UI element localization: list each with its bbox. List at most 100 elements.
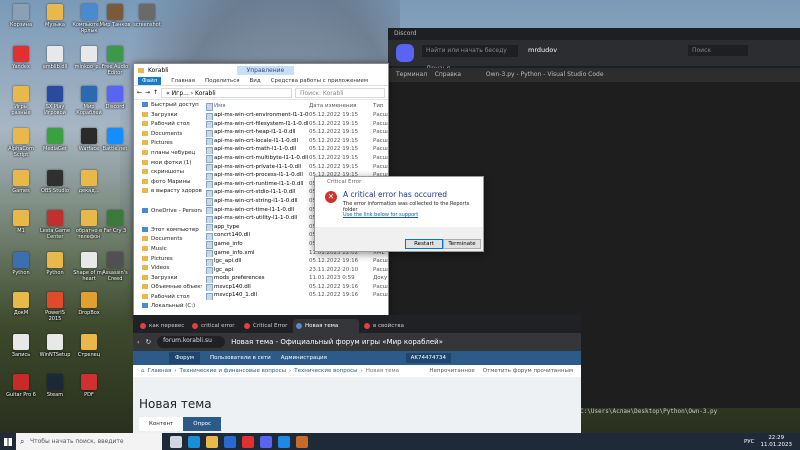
back-icon[interactable]: ‹	[137, 338, 140, 346]
nav-item[interactable]: мои фотки (1)	[134, 159, 202, 169]
desktop-icon[interactable]: Games	[4, 170, 38, 194]
desktop-icon[interactable]: amblib.dll	[38, 46, 72, 70]
file-row[interactable]: lgc_api.dll 05.12.2022 19:16 Расш	[204, 257, 388, 266]
language-indicator[interactable]: РУС	[744, 439, 755, 445]
nav-item[interactable]: фото Марины	[134, 178, 202, 188]
column-name[interactable]: Имя	[204, 101, 309, 111]
desktop-icon[interactable]: screenshot	[130, 4, 164, 28]
restart-button[interactable]: Restart	[405, 239, 443, 249]
browser-tab[interactable]: Новая тема	[293, 319, 359, 333]
desktop-icon[interactable]: Free Audio Editor	[98, 46, 132, 76]
desktop-icon[interactable]: Yandex	[4, 46, 38, 70]
nav-item[interactable]: Быстрый доступ	[134, 101, 202, 111]
browser-window[interactable]: как перевес critical error Critical Error Н…	[133, 315, 581, 433]
browser-tab[interactable]: critical error	[189, 319, 239, 333]
desktop-icon[interactable]: Steam	[38, 374, 72, 398]
taskbar-search-input[interactable]: Чтобы начать поиск, введите	[16, 433, 162, 450]
file-row[interactable]: api-ms-win-crt-locale-l1-1-0.dll 05.12.20…	[204, 137, 388, 146]
desktop-icon[interactable]: Python	[38, 252, 72, 276]
nav-users-online[interactable]: Пользователи в сети	[210, 355, 271, 361]
start-button[interactable]	[0, 433, 16, 450]
tab-poll[interactable]: Опрос	[183, 417, 222, 431]
column-type[interactable]: Тип	[373, 101, 388, 111]
desktop-icon[interactable]: Python	[4, 252, 38, 276]
file-row[interactable]: mods_preferences 11.01.2023 0:59 Доку	[204, 274, 388, 283]
nav-item[interactable]: OneDrive - Personal	[134, 207, 202, 217]
nav-item[interactable]: скриншоты	[134, 168, 202, 178]
file-row[interactable]: msvcp140.dll 05.12.2022 19:16 Расш	[204, 283, 388, 292]
nav-item[interactable]: Documents	[134, 130, 202, 140]
critical-error-dialog[interactable]: Critical Error ✕ A critical error has oc…	[314, 176, 484, 252]
desktop-icon[interactable]: Стрелец	[72, 334, 106, 358]
desktop-icon[interactable]: Запись	[4, 334, 38, 358]
forward-arrow-icon[interactable]: →	[145, 89, 150, 96]
desktop-icon[interactable]: PowerIS 2015	[38, 292, 72, 322]
desktop-icon[interactable]: декад...	[72, 170, 106, 194]
discord-search-box[interactable]: Поиск	[688, 45, 748, 56]
desktop-icon[interactable]: OBS Studio	[38, 170, 72, 194]
nav-item[interactable]: Рабочий стол	[134, 120, 202, 130]
desktop-icon[interactable]: Мир Танков	[98, 4, 132, 28]
nav-item[interactable]: планы чебурец	[134, 149, 202, 159]
desktop-icon[interactable]: Guitar Pro 6	[4, 374, 38, 398]
crumb-0[interactable]: Главная	[148, 368, 172, 374]
desktop-icon[interactable]: PDF	[72, 374, 106, 398]
vscode-menu-help[interactable]: Справка	[435, 71, 461, 78]
vscode-menu-terminal[interactable]: Терминал	[396, 71, 427, 78]
ribbon-file-tab[interactable]: Файл	[138, 76, 162, 85]
desktop-icon[interactable]: AlphaCom Script	[4, 128, 38, 158]
store-icon[interactable]	[224, 435, 236, 448]
browser-tab[interactable]: Critical Error	[241, 319, 291, 333]
file-row[interactable]: api-ms-win-crt-heap-l1-1-0.dll 05.12.2022…	[204, 128, 388, 137]
nav-item[interactable]: Pictures	[134, 139, 202, 149]
browser-tab[interactable]: как перевес	[137, 319, 187, 333]
file-row[interactable]: api-ms-win-crt-environment-l1-1-0.dll 05.…	[204, 111, 388, 120]
desktop-icon[interactable]: WinNTSetup	[38, 334, 72, 358]
discord-username[interactable]: mrdudov	[528, 46, 557, 54]
address-bar[interactable]: « Игр... › Korabli	[161, 87, 292, 98]
desktop-icon[interactable]: Игры разные	[4, 86, 38, 116]
support-link[interactable]: Use the link below for support	[343, 212, 418, 218]
desktop-icon[interactable]: Lesta Game Center	[38, 210, 72, 240]
nav-admin[interactable]: Администрация	[281, 355, 327, 361]
nav-item[interactable]: Объемные объект	[134, 283, 202, 293]
nav-forum[interactable]: Форум	[169, 352, 200, 364]
desktop-icon[interactable]: Far Cry 3	[98, 210, 132, 234]
edge-icon[interactable]	[188, 435, 200, 448]
browser-tab[interactable]: в свойства	[361, 319, 411, 333]
discord-icon[interactable]	[260, 435, 272, 448]
reload-icon[interactable]: ↻	[146, 338, 151, 346]
game-icon[interactable]	[296, 435, 308, 448]
explorer-search-input[interactable]: Поиск: Korabli	[295, 87, 385, 98]
ribbon-view-tab[interactable]: Вид	[250, 78, 261, 84]
crumb-1[interactable]: Технические и финансовые вопросы	[179, 368, 286, 374]
desktop-icon[interactable]: Battle.net	[98, 128, 132, 152]
file-row[interactable]: api-ms-win-crt-math-l1-1-0.dll 05.12.2022…	[204, 145, 388, 154]
nav-item[interactable]: Pictures	[134, 255, 202, 265]
task-view-icon[interactable]	[170, 435, 182, 448]
crumb-2[interactable]: Технические вопросы	[294, 368, 357, 374]
clock[interactable]: 22:29 11.01.2023	[761, 435, 793, 449]
file-row[interactable]: msvcp140_1.dll 05.12.2022 19:16 Расш	[204, 291, 388, 301]
nav-item[interactable]: в вырасту здоровы	[134, 187, 202, 197]
user-menu[interactable]: AK74474734	[405, 353, 451, 363]
desktop-icon[interactable]: Assassin's Creed	[98, 252, 132, 282]
file-row[interactable]: api-ms-win-crt-multibyte-l1-1-0.dll 05.12…	[204, 154, 388, 163]
url-input[interactable]: forum.korabli.su	[157, 336, 226, 348]
unread-link[interactable]: Непрочитанное	[429, 368, 474, 374]
nav-item[interactable]: Рабочий стол	[134, 293, 202, 303]
file-row[interactable]: api-ms-win-crt-filesystem-l1-1-0.dll 05.1…	[204, 120, 388, 129]
tab-content[interactable]: Контент	[139, 417, 184, 431]
desktop-icon[interactable]: ДокМ	[4, 292, 38, 316]
ribbon-tools-tab[interactable]: Средства работы с приложением	[271, 78, 368, 84]
vscode-icon[interactable]	[278, 435, 290, 448]
mark-read-link[interactable]: Отметить форум прочитанным	[483, 368, 573, 374]
discord-logo-icon[interactable]	[396, 44, 414, 62]
ribbon-home-tab[interactable]: Главная	[171, 78, 195, 84]
file-row[interactable]: lgc_api 23.11.2022 20:10 Расш	[204, 266, 388, 275]
nav-item[interactable]: Загрузки	[134, 111, 202, 121]
ribbon-share-tab[interactable]: Поделиться	[205, 78, 240, 84]
up-arrow-icon[interactable]: ↑	[153, 89, 158, 96]
management-tab[interactable]: Управление	[236, 65, 295, 75]
desktop-icon[interactable]: Discord	[98, 86, 132, 110]
